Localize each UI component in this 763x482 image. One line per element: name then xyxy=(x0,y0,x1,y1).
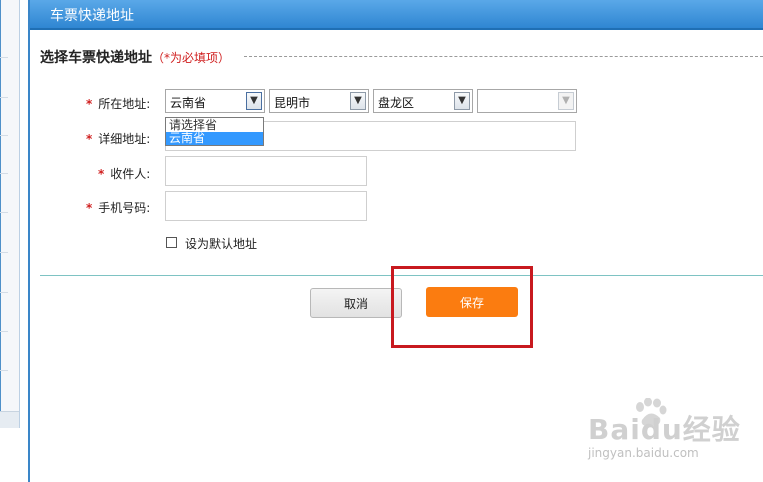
sidebar-divider xyxy=(0,252,8,253)
sidebar-divider xyxy=(0,370,8,371)
watermark: Baidu经验 jingyan.baidu.com xyxy=(588,398,758,468)
watermark-url: jingyan.baidu.com xyxy=(588,446,699,460)
recipient-input[interactable] xyxy=(165,156,367,186)
required-asterisk: * xyxy=(98,167,105,181)
district-select[interactable]: 盘龙区 ▼ xyxy=(373,89,473,113)
address-label: * 所在地址: xyxy=(86,95,150,112)
sidebar-divider xyxy=(0,57,8,58)
section-dashed-line xyxy=(244,56,763,57)
default-address-label[interactable]: 设为默认地址 xyxy=(185,235,257,252)
street-select: ▼ xyxy=(477,89,577,113)
sidebar-divider xyxy=(0,97,8,98)
phone-label: * 手机号码: xyxy=(86,199,150,216)
required-note: （*为必填项） xyxy=(152,51,231,65)
annotation-highlight-box xyxy=(391,266,533,348)
cancel-button[interactable]: 取消 xyxy=(310,288,402,318)
phone-input[interactable] xyxy=(165,191,367,221)
left-sidebar xyxy=(0,0,20,428)
sidebar-footer xyxy=(0,411,19,428)
chevron-down-icon[interactable]: ▼ xyxy=(454,92,470,110)
panel-border xyxy=(28,0,30,482)
recipient-label: * 收件人: xyxy=(98,165,150,182)
phone-label-text: 手机号码: xyxy=(98,201,151,215)
province-value: 云南省 xyxy=(170,96,207,110)
sidebar-divider xyxy=(0,331,8,332)
address-label-text: 所在地址: xyxy=(98,97,151,111)
province-option-highlighted[interactable]: 云南省 xyxy=(166,132,263,145)
watermark-brand: Baidu经验 xyxy=(588,413,741,446)
recipient-label-text: 收件人: xyxy=(110,167,151,181)
province-select[interactable]: 云南省 ▼ xyxy=(165,89,265,113)
detail-label: * 详细地址: xyxy=(86,130,150,147)
sidebar-divider xyxy=(0,173,8,174)
section-title: 选择车票快递地址（*为必填项） xyxy=(40,47,230,67)
required-asterisk: * xyxy=(86,132,93,146)
detail-label-text: 详细地址: xyxy=(98,132,151,146)
sidebar-edge xyxy=(0,0,1,428)
chevron-down-icon[interactable]: ▼ xyxy=(350,92,366,110)
default-address-checkbox[interactable] xyxy=(166,237,177,248)
chevron-down-icon: ▼ xyxy=(558,92,574,110)
section-title-text: 选择车票快递地址 xyxy=(40,50,152,66)
sidebar-divider xyxy=(0,292,8,293)
city-value: 昆明市 xyxy=(274,96,311,110)
district-value: 盘龙区 xyxy=(378,96,415,110)
city-select[interactable]: 昆明市 ▼ xyxy=(269,89,369,113)
required-asterisk: * xyxy=(86,97,93,111)
panel-title: 车票快递地址 xyxy=(50,8,134,24)
sidebar-divider xyxy=(0,212,8,213)
required-asterisk: * xyxy=(86,201,93,215)
panel-header: 车票快递地址 xyxy=(30,0,763,30)
sidebar-divider xyxy=(0,135,8,136)
chevron-down-icon[interactable]: ▼ xyxy=(246,92,262,110)
province-dropdown-list[interactable]: 请选择省 云南省 xyxy=(165,117,264,146)
